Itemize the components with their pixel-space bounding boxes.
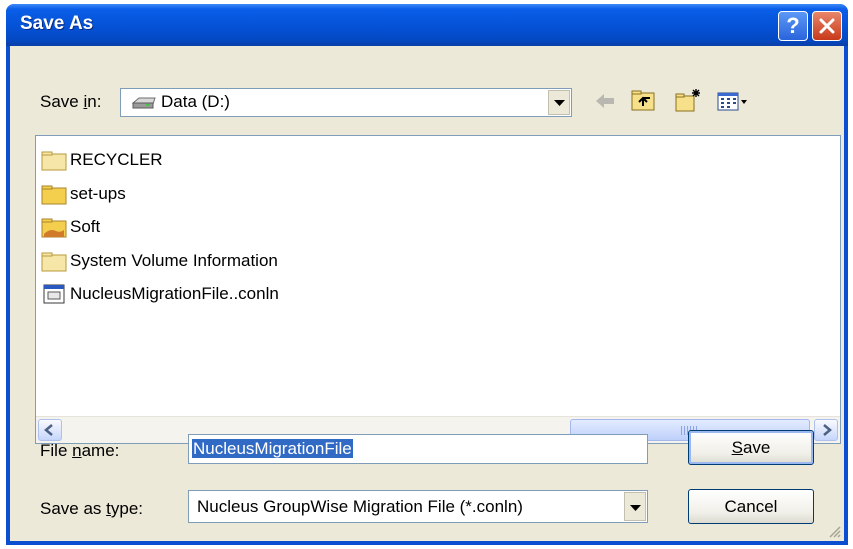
- file-name: set-ups: [70, 184, 126, 203]
- save-as-type-dropdown[interactable]: Nucleus GroupWise Migration File (*.conl…: [188, 490, 648, 523]
- save-as-dialog: Save As ? Save in: Data (D:) RECYCLER se…: [6, 4, 848, 545]
- resize-grip-icon[interactable]: [828, 525, 842, 539]
- file-icon: [40, 283, 70, 305]
- list-item[interactable]: Soft: [40, 213, 100, 241]
- back-arrow-icon[interactable]: [594, 87, 616, 115]
- chevron-left-icon: [44, 424, 53, 436]
- views-menu-icon[interactable]: [716, 87, 750, 115]
- chevron-right-icon: [823, 424, 832, 436]
- scroll-left-button[interactable]: [38, 419, 62, 441]
- help-button[interactable]: ?: [778, 11, 808, 41]
- save-in-value: Data (D:): [161, 92, 230, 111]
- file-name: RECYCLER: [70, 150, 163, 169]
- file-name-label: File name:: [40, 441, 120, 460]
- file-name-input[interactable]: NucleusMigrationFile: [188, 434, 648, 464]
- list-item[interactable]: RECYCLER: [40, 146, 163, 174]
- save-in-label: Save in:: [40, 92, 102, 111]
- scroll-right-button[interactable]: [814, 419, 838, 441]
- save-as-type-value: Nucleus GroupWise Migration File (*.conl…: [197, 497, 523, 516]
- save-in-dropdown-arrow[interactable]: [548, 90, 570, 115]
- file-name: System Volume Information: [70, 251, 278, 270]
- title-bar[interactable]: Save As ?: [6, 4, 848, 46]
- folder-icon: [40, 149, 70, 171]
- save-as-type-label: Save as type:: [40, 499, 144, 518]
- cancel-button[interactable]: Cancel: [688, 489, 814, 524]
- save-in-dropdown[interactable]: Data (D:): [120, 88, 572, 117]
- save-button[interactable]: Save: [688, 430, 814, 465]
- list-item[interactable]: System Volume Information: [40, 247, 278, 275]
- file-name: Soft: [70, 217, 101, 236]
- up-folder-icon[interactable]: [630, 87, 656, 115]
- folder-icon: [40, 183, 70, 205]
- dialog-body: Save in: Data (D:) RECYCLER set-ups Soft…: [10, 46, 844, 541]
- close-icon: [819, 18, 835, 34]
- file-name-value: NucleusMigrationFile: [192, 439, 353, 458]
- new-folder-icon[interactable]: [674, 87, 702, 115]
- list-item[interactable]: set-ups: [40, 180, 126, 208]
- folder-icon: [40, 250, 70, 272]
- shared-folder-icon: [40, 216, 70, 238]
- drive-icon: [131, 97, 156, 109]
- save-as-type-dropdown-arrow[interactable]: [624, 492, 646, 521]
- file-list[interactable]: RECYCLER set-ups Soft System Volume Info…: [35, 135, 841, 444]
- chevron-down-icon: [630, 505, 641, 511]
- window-title: Save As: [20, 13, 94, 34]
- chevron-down-icon: [554, 100, 565, 106]
- list-item[interactable]: NucleusMigrationFile..conln: [40, 280, 279, 308]
- file-name: NucleusMigrationFile..conln: [70, 284, 279, 303]
- close-button[interactable]: [812, 11, 842, 41]
